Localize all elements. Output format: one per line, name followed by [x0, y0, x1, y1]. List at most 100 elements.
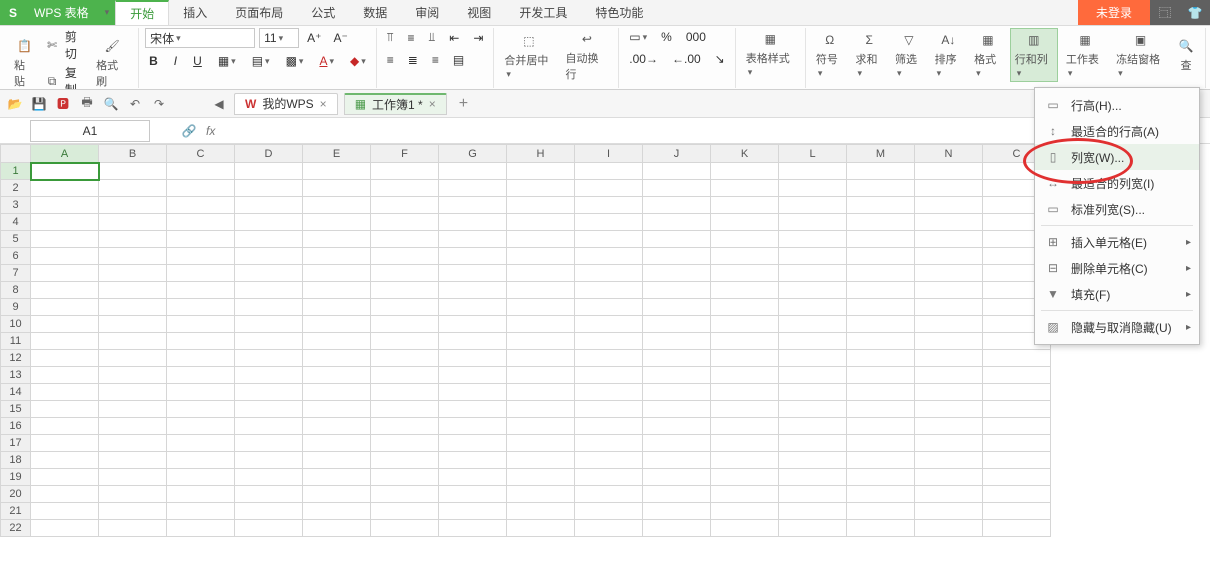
cell-C12[interactable] [167, 350, 235, 367]
cell-F19[interactable] [371, 469, 439, 486]
find-button[interactable]: 🔍查 [1173, 35, 1199, 75]
cell-H14[interactable] [507, 384, 575, 401]
cell-K3[interactable] [711, 197, 779, 214]
close-tab-icon[interactable]: × [429, 97, 436, 111]
cell-H5[interactable] [507, 231, 575, 248]
cell-J20[interactable] [643, 486, 711, 503]
cell-A15[interactable] [31, 401, 99, 418]
cell-K7[interactable] [711, 265, 779, 282]
print-icon[interactable]: 🖶 [78, 95, 96, 113]
bold-button[interactable]: B [145, 52, 162, 70]
cell-L16[interactable] [779, 418, 847, 435]
cell-E8[interactable] [303, 282, 371, 299]
cell-E18[interactable] [303, 452, 371, 469]
menu-best-row-height[interactable]: ↕最适合的行高(A) [1035, 118, 1199, 144]
row-header-12[interactable]: 12 [1, 350, 31, 367]
cell-K1[interactable] [711, 163, 779, 180]
cell-I14[interactable] [575, 384, 643, 401]
cell-G5[interactable] [439, 231, 507, 248]
cell-A2[interactable] [31, 180, 99, 197]
cell-N16[interactable] [915, 418, 983, 435]
font-size-select[interactable]: 11▾ [259, 28, 299, 48]
cell-D9[interactable] [235, 299, 303, 316]
cell-H13[interactable] [507, 367, 575, 384]
cell-F9[interactable] [371, 299, 439, 316]
cell-K12[interactable] [711, 350, 779, 367]
cell-F16[interactable] [371, 418, 439, 435]
cell-H10[interactable] [507, 316, 575, 333]
cell-C13[interactable] [167, 367, 235, 384]
increase-font-button[interactable]: A⁺ [303, 29, 325, 47]
cell-J16[interactable] [643, 418, 711, 435]
cell-H1[interactable] [507, 163, 575, 180]
cell-K14[interactable] [711, 384, 779, 401]
cell-E14[interactable] [303, 384, 371, 401]
cell-G20[interactable] [439, 486, 507, 503]
menu-delete-cells[interactable]: ⊟删除单元格(C)▸ [1035, 255, 1199, 281]
undo-icon[interactable]: ↶ [126, 95, 144, 113]
freeze-panes-button[interactable]: ▣冻结窗格▾ [1112, 29, 1169, 81]
cell-I7[interactable] [575, 265, 643, 282]
cell-F17[interactable] [371, 435, 439, 452]
open-icon[interactable]: 📂 [6, 95, 24, 113]
cell-H2[interactable] [507, 180, 575, 197]
cell-B1[interactable] [99, 163, 167, 180]
cell-C4[interactable] [167, 214, 235, 231]
cell-A7[interactable] [31, 265, 99, 282]
cell-C2[interactable] [167, 180, 235, 197]
cell-G4[interactable] [439, 214, 507, 231]
cell-F5[interactable] [371, 231, 439, 248]
cell-E1[interactable] [303, 163, 371, 180]
cell-B11[interactable] [99, 333, 167, 350]
cell-C1[interactable] [167, 163, 235, 180]
cell-H15[interactable] [507, 401, 575, 418]
cell-A8[interactable] [31, 282, 99, 299]
tab-data[interactable]: 数据 [349, 0, 401, 25]
cell-B7[interactable] [99, 265, 167, 282]
cell-C21[interactable] [167, 503, 235, 520]
cell-H16[interactable] [507, 418, 575, 435]
cell-H7[interactable] [507, 265, 575, 282]
cell-A10[interactable] [31, 316, 99, 333]
inc-decimal-button[interactable]: .00→ [625, 50, 662, 68]
cell-E4[interactable] [303, 214, 371, 231]
cell-B22[interactable] [99, 520, 167, 537]
menu-hide-unhide[interactable]: ▨隐藏与取消隐藏(U)▸ [1035, 314, 1199, 340]
cell-B21[interactable] [99, 503, 167, 520]
cell-K4[interactable] [711, 214, 779, 231]
cell-A19[interactable] [31, 469, 99, 486]
row-header-10[interactable]: 10 [1, 316, 31, 333]
menu-col-width[interactable]: ▯列宽(W)... [1035, 144, 1199, 170]
cell-N19[interactable] [915, 469, 983, 486]
cell-I6[interactable] [575, 248, 643, 265]
cell-C15[interactable] [983, 401, 1051, 418]
col-header-D[interactable]: D [235, 145, 303, 163]
cell-H21[interactable] [507, 503, 575, 520]
underline-button[interactable]: U [189, 52, 206, 70]
cell-L22[interactable] [779, 520, 847, 537]
row-header-11[interactable]: 11 [1, 333, 31, 350]
cell-F7[interactable] [371, 265, 439, 282]
cell-G18[interactable] [439, 452, 507, 469]
cell-F21[interactable] [371, 503, 439, 520]
cell-I11[interactable] [575, 333, 643, 350]
cell-K8[interactable] [711, 282, 779, 299]
cell-A9[interactable] [31, 299, 99, 316]
tab-review[interactable]: 审阅 [401, 0, 453, 25]
cell-C6[interactable] [167, 248, 235, 265]
row-header-9[interactable]: 9 [1, 299, 31, 316]
cell-C13[interactable] [983, 367, 1051, 384]
row-header-14[interactable]: 14 [1, 384, 31, 401]
doc-tab-workbook1[interactable]: ▦ 工作簿1 * × [344, 93, 447, 115]
cell-I8[interactable] [575, 282, 643, 299]
paste-button[interactable]: 📋 粘贴 [10, 35, 39, 90]
cell-M16[interactable] [847, 418, 915, 435]
cell-B15[interactable] [99, 401, 167, 418]
cell-E16[interactable] [303, 418, 371, 435]
cut-button[interactable]: 剪切 [65, 28, 88, 62]
cell-D14[interactable] [235, 384, 303, 401]
cell-K10[interactable] [711, 316, 779, 333]
cell-N5[interactable] [915, 231, 983, 248]
cell-C12[interactable] [983, 350, 1051, 367]
row-header-8[interactable]: 8 [1, 282, 31, 299]
